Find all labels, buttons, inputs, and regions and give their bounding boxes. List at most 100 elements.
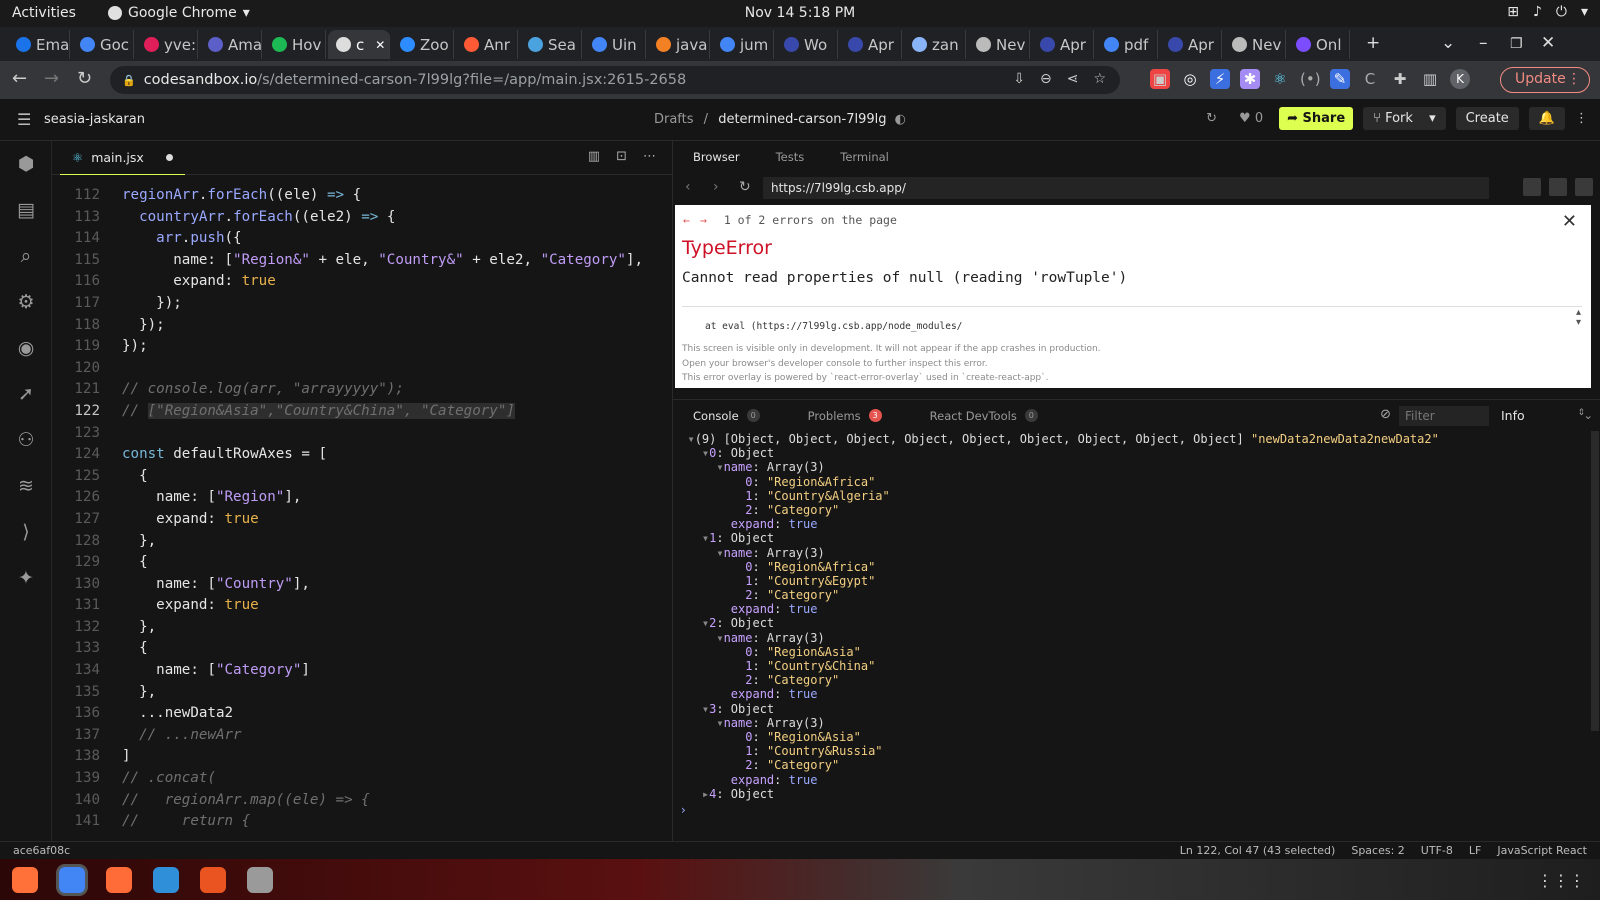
- browser-tab[interactable]: zan: [904, 30, 966, 59]
- settings-gear-icon[interactable]: ⚙: [14, 291, 38, 315]
- code-line[interactable]: 119});: [52, 336, 672, 358]
- chrome-icon[interactable]: [59, 867, 85, 893]
- deploy-rocket-icon[interactable]: ➚: [14, 383, 38, 407]
- code-line[interactable]: 136 ...newData2: [52, 703, 672, 725]
- browser-tab[interactable]: Anr: [456, 30, 518, 59]
- code-line[interactable]: 139 // .concat(: [52, 768, 672, 790]
- ai-sparkle-icon[interactable]: ✦: [14, 567, 38, 591]
- line-ending[interactable]: LF: [1469, 844, 1481, 857]
- close-window-icon[interactable]: ✕: [1541, 33, 1555, 53]
- browser-tab[interactable]: Apr: [1032, 30, 1094, 59]
- cursor-position[interactable]: Ln 122, Col 47 (43 selected): [1180, 844, 1336, 857]
- ubuntu-software-icon[interactable]: [200, 867, 226, 893]
- browser-tab[interactable]: Ama: [200, 30, 262, 59]
- code-line[interactable]: 137 // ...newArr: [52, 725, 672, 747]
- console-filter-input[interactable]: Filter: [1399, 406, 1489, 426]
- console-line[interactable]: ▾name: Array(3): [673, 716, 1593, 730]
- more-actions-icon[interactable]: ⋯: [643, 149, 656, 164]
- browser-tab[interactable]: Onl: [1288, 30, 1350, 59]
- error-stack[interactable]: at eval (https://7l99lg.csb.app/node_mod…: [682, 306, 1582, 332]
- console-line[interactable]: 0: "Region&Africa": [673, 560, 1593, 574]
- browser-tab[interactable]: Hov: [264, 30, 326, 59]
- new-tab-button[interactable]: +: [1366, 33, 1380, 53]
- next-error-arrow-icon[interactable]: →: [700, 213, 707, 227]
- console-line[interactable]: 0: "Region&Africa": [673, 475, 1593, 489]
- prev-error-arrow-icon[interactable]: ←: [683, 213, 690, 227]
- console-line[interactable]: ▾(9) [Object, Object, Object, Object, Ob…: [673, 432, 1593, 446]
- console-line[interactable]: 2: "Category": [673, 758, 1593, 772]
- show-apps-grid-icon[interactable]: ⋮⋮⋮: [1537, 871, 1585, 890]
- console-scrollbar[interactable]: [1591, 431, 1599, 731]
- console-line[interactable]: ▾2: Object: [673, 616, 1593, 630]
- share-button[interactable]: ➦ Share: [1279, 107, 1354, 130]
- code-line[interactable]: 112 regionArr.forEach((ele) => {: [52, 185, 672, 207]
- code-line[interactable]: 125 {: [52, 466, 672, 488]
- code-line[interactable]: 114 arr.push({: [52, 228, 672, 250]
- search-icon[interactable]: ⌕: [14, 245, 38, 269]
- code-line[interactable]: 128 },: [52, 531, 672, 553]
- fork-button[interactable]: ⑂ Fork ▾: [1363, 107, 1446, 130]
- console-line[interactable]: 1: "Country&China": [673, 659, 1593, 673]
- tab-react-devtools[interactable]: React DevTools 0: [930, 409, 1038, 423]
- extension-icon[interactable]: ▣: [1150, 69, 1170, 89]
- code-line[interactable]: 141 // return {: [52, 811, 672, 833]
- extension-icon[interactable]: C: [1360, 69, 1380, 89]
- code-line[interactable]: 121 // console.log(arr, "arrayyyyy");: [52, 379, 672, 401]
- browser-tab[interactable]: Uin: [584, 30, 646, 59]
- firefox-icon[interactable]: [12, 867, 38, 893]
- extension-icon[interactable]: ⚡: [1210, 69, 1230, 89]
- tab-browser[interactable]: Browser: [693, 150, 740, 164]
- forward-icon[interactable]: →: [44, 68, 59, 89]
- console-line[interactable]: 2: "Category": [673, 588, 1593, 602]
- console-line[interactable]: ▾1: Object: [673, 531, 1593, 545]
- indentation[interactable]: Spaces: 2: [1351, 844, 1404, 857]
- extensions-puzzle-icon[interactable]: ✚: [1390, 69, 1410, 89]
- clear-console-icon[interactable]: ⊘: [1380, 407, 1391, 422]
- like-button[interactable]: ♥ 0: [1239, 111, 1263, 126]
- browser-tab[interactable]: java: [648, 30, 710, 59]
- install-icon[interactable]: ⇩: [1013, 71, 1025, 87]
- side-panel-icon[interactable]: ▥: [1420, 69, 1440, 89]
- browser-tab[interactable]: jum: [712, 30, 774, 59]
- share-icon[interactable]: ⋖: [1067, 71, 1079, 87]
- breadcrumb-drafts[interactable]: Drafts: [654, 112, 694, 127]
- console-line[interactable]: ▾name: Array(3): [673, 546, 1593, 560]
- restart-icon[interactable]: ↻: [1206, 111, 1217, 126]
- code-lines[interactable]: 112 regionArr.forEach((ele) => {113 count…: [52, 185, 672, 833]
- console-line[interactable]: expand: true: [673, 773, 1593, 787]
- code-line[interactable]: 118 });: [52, 315, 672, 337]
- console-line[interactable]: expand: true: [673, 687, 1593, 701]
- console-line[interactable]: 0: "Region&Asia": [673, 645, 1593, 659]
- code-line[interactable]: 113 countryArr.forEach((ele2) => {: [52, 207, 672, 229]
- browser-tab[interactable]: Ema: [8, 30, 70, 59]
- system-tray[interactable]: ⊞ ♪ ⏻ ▾: [1507, 4, 1588, 20]
- responsive-icon[interactable]: [1523, 178, 1541, 196]
- vscode-icon[interactable]: [153, 867, 179, 893]
- code-line[interactable]: 132 },: [52, 617, 672, 639]
- console-line[interactable]: ▾0: Object: [673, 446, 1593, 460]
- console-line[interactable]: ▾name: Array(3): [673, 631, 1593, 645]
- browser-tab[interactable]: Zoo: [392, 30, 454, 59]
- console-line[interactable]: ▾3: Object: [673, 702, 1593, 716]
- tab-search-icon[interactable]: ⌄: [1441, 33, 1455, 53]
- postman-icon[interactable]: [106, 867, 132, 893]
- code-line[interactable]: 135 },: [52, 682, 672, 704]
- vscode-icon[interactable]: ⟩: [14, 521, 38, 545]
- browser-tab[interactable]: Goc: [72, 30, 134, 59]
- close-tab-icon[interactable]: ✕: [375, 38, 385, 52]
- log-level-select[interactable]: Info ⇕: [1495, 406, 1591, 426]
- browser-tab[interactable]: Nev: [968, 30, 1030, 59]
- console-line[interactable]: expand: true: [673, 517, 1593, 531]
- github-icon[interactable]: ◉: [14, 337, 38, 361]
- code-line[interactable]: 129 {: [52, 552, 672, 574]
- console-line[interactable]: 2: "Category": [673, 673, 1593, 687]
- code-line[interactable]: 123: [52, 423, 672, 445]
- code-line[interactable]: 116 expand: true: [52, 271, 672, 293]
- console-line[interactable]: ▸4: Object: [673, 787, 1593, 801]
- devtools-layout-icon[interactable]: [1575, 178, 1593, 196]
- maximize-icon[interactable]: ❐: [1510, 36, 1523, 52]
- code-line[interactable]: 117 });: [52, 293, 672, 315]
- open-new-window-icon[interactable]: [1549, 178, 1567, 196]
- code-line[interactable]: 138]: [52, 746, 672, 768]
- preview-forward-icon[interactable]: ›: [713, 179, 719, 195]
